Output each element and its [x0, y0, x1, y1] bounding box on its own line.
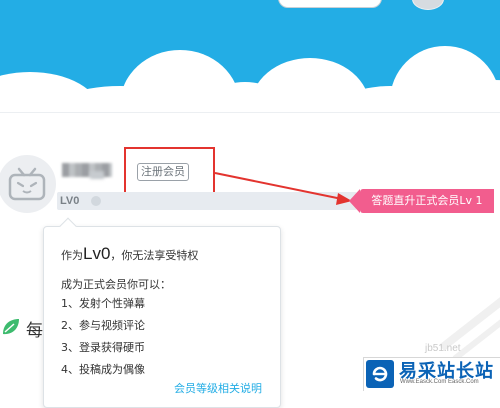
- level-info-link[interactable]: 会员等级相关说明: [174, 380, 262, 396]
- e-logo-icon: [372, 366, 388, 382]
- tooltip-benefit-item: 4、投稿成为偶像: [61, 363, 145, 376]
- watermark-logo: [366, 360, 394, 388]
- side-section-title: 每: [26, 321, 43, 341]
- tooltip-benefit-item: 1、发射个性弹幕: [61, 297, 145, 310]
- tooltip-benefit-item: 2、参与视频评论: [61, 319, 145, 332]
- watermark-subtitle: Www.Easck.Com Easck.Com: [400, 379, 479, 385]
- quiz-upgrade-button[interactable]: 答题直升正式会员Lv 1: [360, 189, 494, 213]
- leaf-icon: [3, 319, 19, 335]
- watermark-faint-text: jb51.net: [425, 343, 461, 354]
- cta-badge-tip: [349, 189, 360, 213]
- tooltip-subtitle: 成为正式会员你可以：: [61, 278, 171, 291]
- tooltip-title: 作为Lv0，你无法享受特权: [61, 244, 199, 263]
- tooltip-benefit-item: 3、登录获得硬币: [61, 341, 145, 354]
